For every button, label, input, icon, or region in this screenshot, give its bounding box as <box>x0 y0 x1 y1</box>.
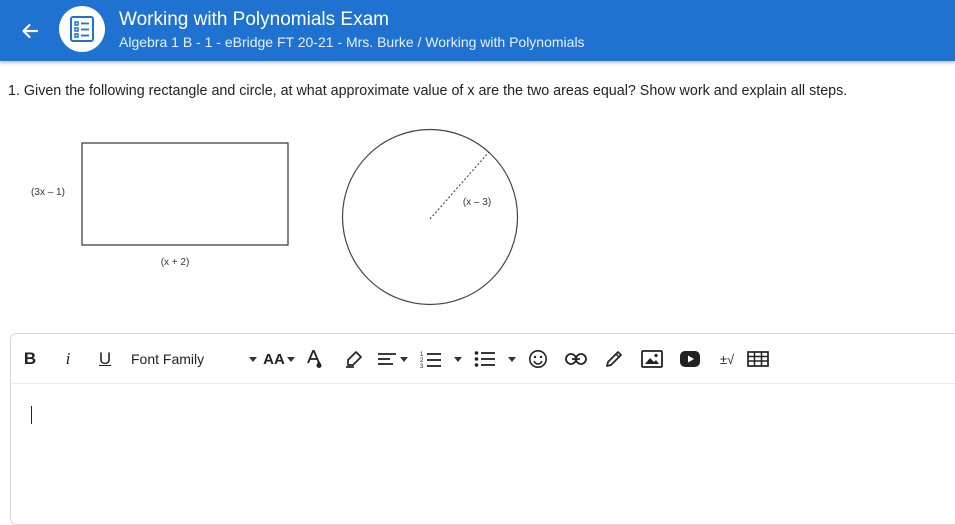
text-cursor <box>31 406 32 424</box>
circle-radius-label: (x – 3) <box>463 197 491 208</box>
chevron-down-icon <box>286 356 295 362</box>
rect-width-label: (x + 2) <box>161 257 190 268</box>
video-icon[interactable] <box>678 346 702 372</box>
app-header: Working with Polynomials Exam Algebra 1 … <box>0 0 955 61</box>
bullet-list-icon[interactable] <box>473 346 497 372</box>
font-family-dropdown-icon[interactable] <box>248 346 258 372</box>
back-arrow-icon[interactable] <box>16 17 44 45</box>
align-button[interactable] <box>375 346 409 372</box>
font-family-select[interactable]: Font Family <box>131 346 216 372</box>
font-size-button[interactable]: AA <box>262 346 296 372</box>
editor-toolbar: B i U Font Family AA 123 ±√ <box>11 334 955 384</box>
answer-editor: B i U Font Family AA 123 ±√ <box>10 333 955 525</box>
chevron-down-icon <box>400 356 408 362</box>
emoji-icon[interactable] <box>527 346 549 372</box>
rect-height-label: (3x – 1) <box>31 187 65 198</box>
table-icon[interactable] <box>746 346 770 372</box>
rectangle-shape <box>81 142 289 246</box>
draw-icon[interactable] <box>603 346 625 372</box>
text-color-icon[interactable] <box>305 346 325 372</box>
svg-text:3: 3 <box>420 364 424 368</box>
underline-button[interactable]: U <box>96 346 114 372</box>
bold-button[interactable]: B <box>21 346 39 372</box>
ordered-list-dropdown-icon[interactable] <box>453 346 463 372</box>
answer-text-area[interactable] <box>11 384 955 514</box>
image-icon[interactable] <box>640 346 664 372</box>
bullet-list-dropdown-icon[interactable] <box>507 346 517 372</box>
link-icon[interactable] <box>564 346 588 372</box>
breadcrumb: Algebra 1 B - 1 - eBridge FT 20-21 - Mrs… <box>119 34 585 50</box>
ordered-list-icon[interactable]: 123 <box>419 346 443 372</box>
question-text: 1. Given the following rectangle and cir… <box>8 83 848 99</box>
circle-shape <box>341 128 519 306</box>
italic-button[interactable]: i <box>61 346 75 372</box>
checklist-icon <box>59 6 105 52</box>
highlighter-icon[interactable] <box>343 346 365 372</box>
radius-line <box>429 151 490 220</box>
page-title: Working with Polynomials Exam <box>119 9 389 30</box>
font-size-label: AA <box>263 350 285 368</box>
question-figure: (3x – 1) (x + 2) (x – 3) <box>31 128 519 306</box>
equation-icon[interactable]: ±√ <box>715 346 739 372</box>
align-icon <box>378 353 396 365</box>
